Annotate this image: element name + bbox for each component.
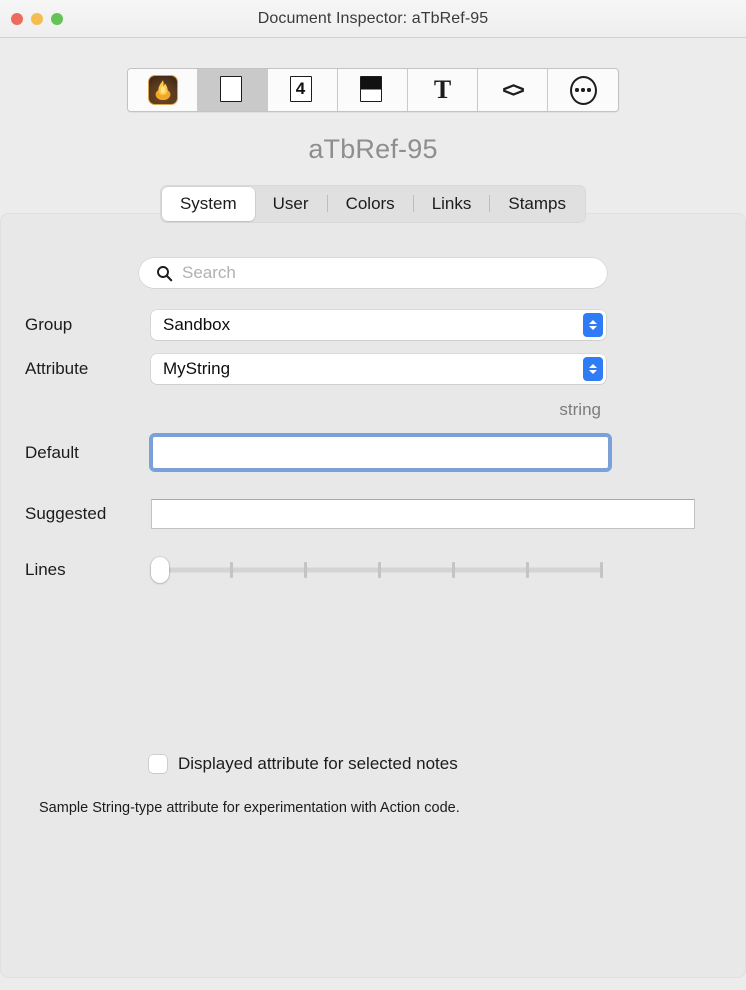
- tab-stamps[interactable]: Stamps: [490, 187, 584, 221]
- blank-note-icon: [220, 75, 246, 105]
- segment-code[interactable]: <>: [478, 69, 548, 111]
- search-row: Search: [0, 258, 746, 288]
- lines-slider[interactable]: [151, 557, 603, 583]
- lines-label: Lines: [0, 560, 151, 580]
- document-name: aTbRef-95: [0, 134, 746, 165]
- segment-appearance[interactable]: [338, 69, 408, 111]
- segment-numbered-note[interactable]: 4: [268, 69, 338, 111]
- inspector-segmented-control[interactable]: 4 T <>: [127, 68, 619, 112]
- segment-tinderbox[interactable]: [128, 69, 198, 111]
- inspector-tabbar[interactable]: System User Colors Links Stamps: [160, 185, 586, 223]
- chevron-updown-icon[interactable]: [583, 357, 603, 381]
- tab-system[interactable]: System: [162, 187, 255, 221]
- default-value-input[interactable]: [152, 436, 609, 469]
- displayed-attribute-label: Displayed attribute for selected notes: [178, 754, 458, 774]
- search-placeholder: Search: [182, 263, 236, 283]
- suggested-value-input[interactable]: [151, 499, 695, 529]
- traffic-lights: [11, 13, 63, 25]
- maximize-window-button[interactable]: [51, 13, 63, 25]
- inspector-content-panel: Search Group Sandbox Attribute: [0, 213, 746, 978]
- tabbar-wrap: System User Colors Links Stamps: [0, 185, 746, 223]
- document-inspector-window: Document Inspector: aTbRef-95: [0, 0, 746, 990]
- group-row: Group Sandbox: [0, 310, 746, 340]
- group-label: Group: [0, 315, 151, 335]
- inspector-toolbar-wrap: 4 T <>: [0, 68, 746, 112]
- slider-thumb[interactable]: [151, 557, 169, 583]
- group-value: Sandbox: [163, 315, 230, 335]
- suggested-row: Suggested: [0, 499, 746, 529]
- attribute-value: MyString: [163, 359, 230, 379]
- displayed-attribute-row[interactable]: Displayed attribute for selected notes: [0, 754, 746, 774]
- numbered-note-value: 4: [290, 76, 312, 102]
- group-popup-button[interactable]: Sandbox: [151, 310, 606, 340]
- attribute-type-hint: string: [0, 400, 746, 420]
- titlebar: Document Inspector: aTbRef-95: [0, 0, 746, 38]
- chevron-updown-icon[interactable]: [583, 313, 603, 337]
- flame-icon: [148, 75, 178, 105]
- tab-colors[interactable]: Colors: [328, 187, 413, 221]
- slider-track[interactable]: [156, 568, 603, 573]
- default-label: Default: [0, 443, 151, 463]
- search-icon: [156, 265, 173, 282]
- displayed-attribute-checkbox[interactable]: [149, 755, 167, 773]
- attribute-label: Attribute: [0, 359, 151, 379]
- text-t-icon: T: [434, 77, 451, 103]
- window-title: Document Inspector: aTbRef-95: [258, 10, 489, 28]
- attribute-row: Attribute MyString: [0, 354, 746, 384]
- tab-user[interactable]: User: [255, 187, 327, 221]
- lines-row: Lines: [0, 557, 746, 583]
- default-row: Default: [0, 436, 746, 469]
- attribute-form: Group Sandbox Attribute MyString: [0, 310, 746, 583]
- segment-more[interactable]: [548, 69, 618, 111]
- segment-note[interactable]: [198, 69, 268, 111]
- attribute-popup-button[interactable]: MyString: [151, 354, 606, 384]
- attribute-description: Sample String-type attribute for experim…: [0, 798, 746, 819]
- segment-text[interactable]: T: [408, 69, 478, 111]
- close-window-button[interactable]: [11, 13, 23, 25]
- shaded-note-icon: [360, 75, 386, 105]
- inspector-header: 4 T <>: [0, 38, 746, 223]
- minimize-window-button[interactable]: [31, 13, 43, 25]
- tab-links[interactable]: Links: [414, 187, 490, 221]
- suggested-label: Suggested: [0, 504, 151, 524]
- code-angle-icon: <>: [502, 80, 523, 101]
- more-ellipsis-icon: [570, 76, 597, 105]
- search-input[interactable]: Search: [139, 258, 607, 288]
- numbered-note-icon: 4: [290, 75, 316, 105]
